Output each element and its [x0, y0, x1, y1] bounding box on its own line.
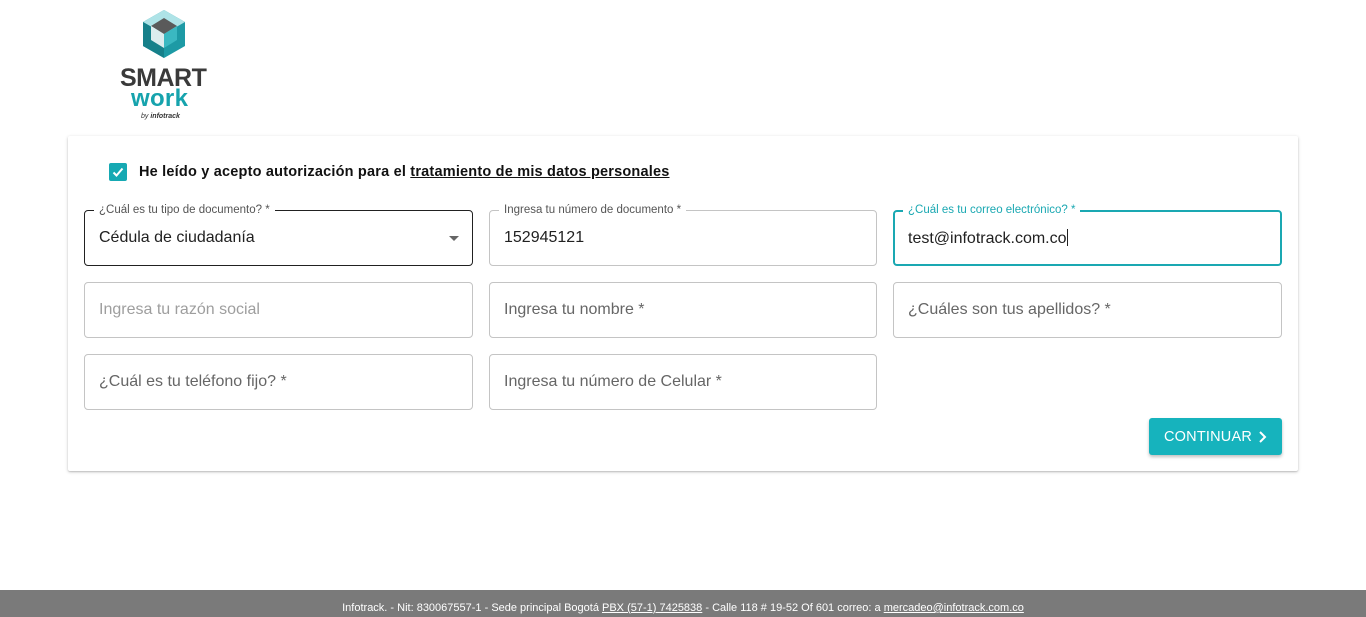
- text-cursor: [1066, 229, 1068, 246]
- celular-placeholder: Ingresa tu número de Celular *: [504, 373, 722, 390]
- logo-text-work: work: [131, 85, 189, 112]
- document-type-value: Cédula de ciudadanía: [99, 229, 255, 246]
- apellidos-placeholder: ¿Cuáles son tus apellidos? *: [908, 301, 1111, 318]
- footer-pbx-link[interactable]: PBX (57-1) 7425838: [602, 602, 702, 614]
- document-type-select[interactable]: ¿Cuál es tu tipo de documento? * Cédula …: [84, 203, 473, 266]
- document-number-field[interactable]: Ingresa tu número de documento * 1529451…: [489, 203, 877, 266]
- continue-button-label: CONTINUAR: [1164, 428, 1252, 445]
- document-number-label: Ingresa tu número de documento *: [499, 203, 687, 217]
- registration-card: He leído y acepto autorización para el t…: [68, 136, 1298, 471]
- smartwork-logo: SMART work by infotrack: [119, 10, 211, 122]
- apellidos-field[interactable]: ¿Cuáles son tus apellidos? *: [893, 282, 1282, 338]
- footer: Infotrack. - Nit: 830067557-1 - Sede pri…: [0, 590, 1366, 617]
- footer-address: - Calle 118 # 19-52 Of 601 correo: a: [702, 602, 884, 614]
- chevron-right-icon: [1258, 430, 1267, 443]
- document-number-value: 152945121: [504, 229, 585, 246]
- document-type-label: ¿Cuál es tu tipo de documento? *: [94, 203, 275, 217]
- celular-field[interactable]: Ingresa tu número de Celular *: [489, 354, 877, 410]
- email-label: ¿Cuál es tu correo electrónico? *: [903, 203, 1081, 217]
- footer-company-info: Infotrack. - Nit: 830067557-1 - Sede pri…: [342, 602, 602, 614]
- data-treatment-link[interactable]: tratamiento de mis datos personales: [410, 164, 669, 180]
- consent-checkbox[interactable]: [109, 163, 127, 181]
- telefono-fijo-field[interactable]: ¿Cuál es tu teléfono fijo? *: [84, 354, 473, 410]
- consent-label: He leído y acepto autorización para el t…: [139, 164, 670, 180]
- footer-email-link[interactable]: mercadeo@infotrack.com.co: [884, 602, 1024, 614]
- email-field[interactable]: ¿Cuál es tu correo electrónico? * test@i…: [893, 203, 1282, 266]
- nombre-field[interactable]: Ingresa tu nombre *: [489, 282, 877, 338]
- dropdown-arrow-icon[interactable]: [449, 236, 459, 241]
- consent-row: He leído y acepto autorización para el t…: [109, 163, 670, 181]
- email-value: test@infotrack.com.co: [908, 229, 1068, 247]
- logo-hexagon-icon: [143, 10, 185, 58]
- check-icon: [112, 167, 124, 177]
- razon-social-field[interactable]: Ingresa tu razón social: [84, 282, 473, 338]
- nombre-placeholder: Ingresa tu nombre *: [504, 301, 645, 318]
- telefono-fijo-placeholder: ¿Cuál es tu teléfono fijo? *: [99, 373, 287, 390]
- razon-social-placeholder: Ingresa tu razón social: [99, 301, 260, 318]
- logo-byline: by infotrack: [141, 113, 180, 120]
- continue-button[interactable]: CONTINUAR: [1149, 418, 1282, 455]
